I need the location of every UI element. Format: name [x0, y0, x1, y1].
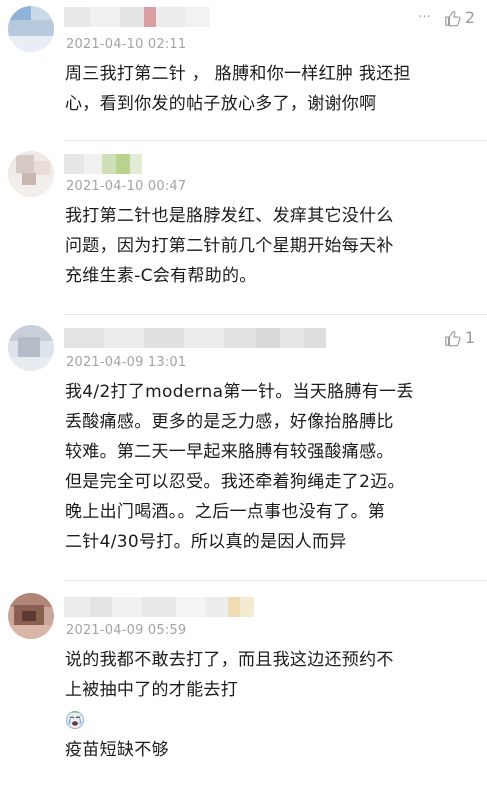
avatar[interactable] — [8, 593, 54, 639]
avatar[interactable] — [8, 151, 54, 197]
avatar[interactable] — [8, 6, 54, 52]
username[interactable] — [64, 596, 254, 618]
crying-face-emoji — [65, 710, 85, 730]
timestamp: 2021-04-09 13:01 — [66, 355, 187, 370]
more-icon[interactable]: ··· — [418, 10, 430, 25]
timestamp: 2021-04-09 05:59 — [66, 623, 187, 638]
username[interactable] — [64, 6, 210, 28]
comment-text: 我打第二针也是胳脖发红、发痒其它没什么 问题，因为打第二针前几个星期开始每天补 … — [65, 206, 394, 286]
username[interactable] — [64, 327, 326, 349]
like-count: 2 — [464, 8, 475, 27]
thumbs-up-icon — [445, 10, 461, 26]
like-count: 1 — [464, 328, 475, 347]
comment-item: 1 2021-04-09 13:01 我4/2打了moderna第一针。当天胳膊… — [0, 315, 487, 581]
like-button[interactable]: ··· 2 — [418, 8, 475, 27]
comment-text: 我4/2打了moderna第一针。当天胳膊有一丢 丢酸痛感。更多的是乏力感，好像… — [65, 382, 414, 552]
comment-text: 周三我打第二针 ， 胳膊和你一样红肿 我还担 心，看到你发的帖子放心多了，谢谢你… — [65, 64, 411, 114]
username[interactable] — [64, 153, 142, 175]
comment-item: 2021-04-10 00:47 我打第二针也是胳脖发红、发痒其它没什么 问题，… — [0, 141, 487, 315]
comment-item: 2021-04-09 05:59 说的我都不敢去打了，而且我这边还预约不 上被抽… — [0, 581, 487, 795]
comment-item: ··· 2 2021-04-10 02:11 周三我打第二针 ， 胳膊和你一样红… — [0, 0, 487, 142]
timestamp: 2021-04-10 02:11 — [66, 37, 187, 52]
like-button[interactable]: 1 — [444, 328, 475, 347]
timestamp: 2021-04-10 00:47 — [66, 179, 187, 194]
thumbs-up-icon — [445, 330, 461, 346]
comment-text: 说的我都不敢去打了，而且我这边还预约不 上被抽中了的才能去打 疫苗短缺不够 — [65, 650, 394, 760]
avatar[interactable] — [8, 325, 54, 371]
comment-list: ··· 2 2021-04-10 02:11 周三我打第二针 ， 胳膊和你一样红… — [0, 0, 487, 795]
